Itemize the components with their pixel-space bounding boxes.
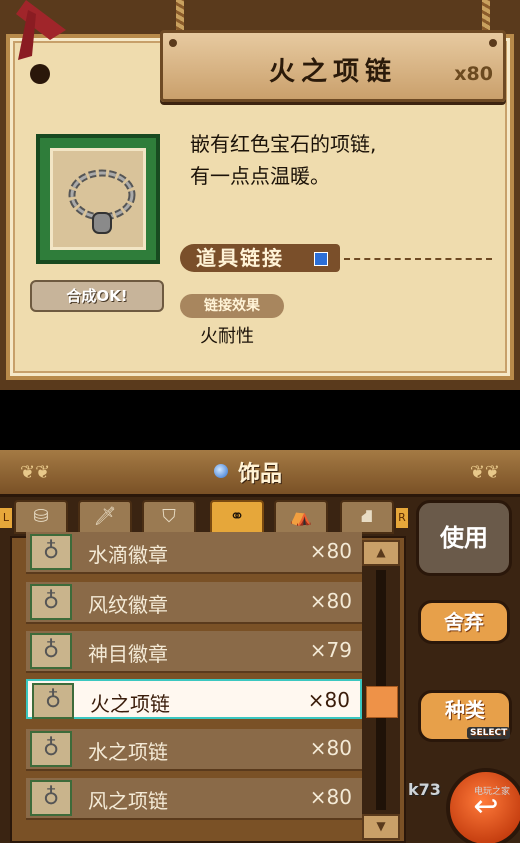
item-name: 火之项链 xyxy=(90,692,170,716)
item-qty: ×80 xyxy=(307,688,350,712)
necklace-icon: ♁ xyxy=(30,780,72,816)
item-qty: ×79 xyxy=(309,638,352,662)
ribbon-icon xyxy=(16,0,66,84)
back-button[interactable]: ↩ xyxy=(446,768,520,843)
link-effect-label: 链接效果 xyxy=(180,294,284,318)
category-title: 饰品 xyxy=(237,462,282,487)
item-count: x80 xyxy=(454,63,493,85)
use-button[interactable]: 使用 xyxy=(416,500,512,576)
merge-ok-button[interactable]: 合成OK! xyxy=(30,280,164,312)
description-line-1: 嵌有红色宝石的项链, xyxy=(190,132,377,156)
item-qty: ×80 xyxy=(309,736,352,760)
item-qty: ×80 xyxy=(309,539,352,563)
item-name: 水之项链 xyxy=(88,740,168,764)
watermark-sub: 电玩之家 xyxy=(474,787,511,797)
description-line-2: 有一点点温暖。 xyxy=(190,164,330,188)
list-item[interactable]: ♁ 神目徽章 ×79 xyxy=(26,631,362,673)
tab-accessory[interactable]: ⚭ xyxy=(210,500,264,534)
category-select-label: 种类 xyxy=(445,698,485,722)
category-header: ❦❦ 饰品 ❦❦ xyxy=(0,450,520,497)
tab-weapon[interactable]: 🗡 xyxy=(78,500,132,534)
hanging-rope-right xyxy=(482,0,490,34)
tab-right-arrow-icon[interactable]: R xyxy=(396,508,408,528)
item-title-plank: 火之项链 x80 xyxy=(160,30,506,102)
watermark: k73 xyxy=(408,780,441,799)
scroll-up-icon[interactable]: ▲ xyxy=(362,540,400,566)
item-name: 水滴徽章 xyxy=(88,543,168,567)
top-screen: 火之项链 x80 合成OK! 嵌有红色宝石的项链, 有一点点温暖。 道具链接 链… xyxy=(0,0,520,390)
tab-left-arrow-icon[interactable]: L xyxy=(0,508,12,528)
scroll-down-icon[interactable]: ▼ xyxy=(362,814,400,840)
list-scrollbar[interactable]: ▲ ▼ xyxy=(362,540,400,840)
tab-cauldron[interactable]: ⛺ xyxy=(274,500,328,534)
item-description: 嵌有红色宝石的项链, 有一点点温暖。 xyxy=(190,128,376,192)
necklace-icon: ♁ xyxy=(30,731,72,767)
item-title: 火之项链 xyxy=(268,57,397,87)
tab-shield[interactable]: ⛉ xyxy=(142,500,196,534)
tab-barrel[interactable]: ⛁ xyxy=(14,500,68,534)
discard-button[interactable]: 舍弃 xyxy=(418,600,510,644)
item-preview xyxy=(50,148,146,250)
list-item[interactable]: ♁ 水之项链 ×80 xyxy=(26,729,362,771)
scroll-thumb[interactable] xyxy=(366,686,398,718)
category-select-button[interactable]: 种类 SELECT xyxy=(418,690,512,742)
list-item[interactable]: ♁ 水滴徽章 ×80 xyxy=(26,532,362,574)
select-key-hint: SELECT xyxy=(467,727,511,739)
link-slot-icon xyxy=(314,252,328,266)
category-tabs: L ⛁ 🗡 ⛉ ⚭ ⛺ ⛘ R xyxy=(0,498,410,536)
item-name: 风之项链 xyxy=(88,789,168,813)
item-list: ♁ 水滴徽章 ×80 ♁ 风纹徽章 ×80 ♁ 神目徽章 ×79 ♁ 火之项链 … xyxy=(10,532,406,843)
ornament-right-icon: ❦❦ xyxy=(469,462,500,483)
list-item-selected[interactable]: ♁ 火之项链 ×80 xyxy=(26,679,362,719)
hanging-rope-left xyxy=(176,0,184,34)
bottom-screen: ❦❦ 饰品 ❦❦ L ⛁ 🗡 ⛉ ⚭ ⛺ ⛘ R ♁ 水滴徽章 ×80 ♁ 风纹… xyxy=(0,450,520,843)
necklace-icon: ♁ xyxy=(30,584,72,620)
list-item[interactable]: ♁ 风之项链 ×80 xyxy=(26,778,362,820)
item-preview-frame xyxy=(36,134,160,264)
link-dashed-line xyxy=(344,258,492,260)
tab-chest[interactable]: ⛘ xyxy=(340,500,394,534)
item-qty: ×80 xyxy=(309,589,352,613)
item-name: 神目徽章 xyxy=(88,642,168,666)
necklace-icon: ♁ xyxy=(32,683,74,719)
link-effect-value: 火耐性 xyxy=(200,326,254,347)
necklace-icon: ♁ xyxy=(30,534,72,570)
necklace-icon: ♁ xyxy=(30,633,72,669)
item-qty: ×80 xyxy=(309,785,352,809)
necklace-icon xyxy=(68,169,136,234)
item-name: 风纹徽章 xyxy=(88,593,168,617)
item-link-label: 道具链接 xyxy=(196,246,284,270)
list-item[interactable]: ♁ 风纹徽章 ×80 xyxy=(26,582,362,624)
